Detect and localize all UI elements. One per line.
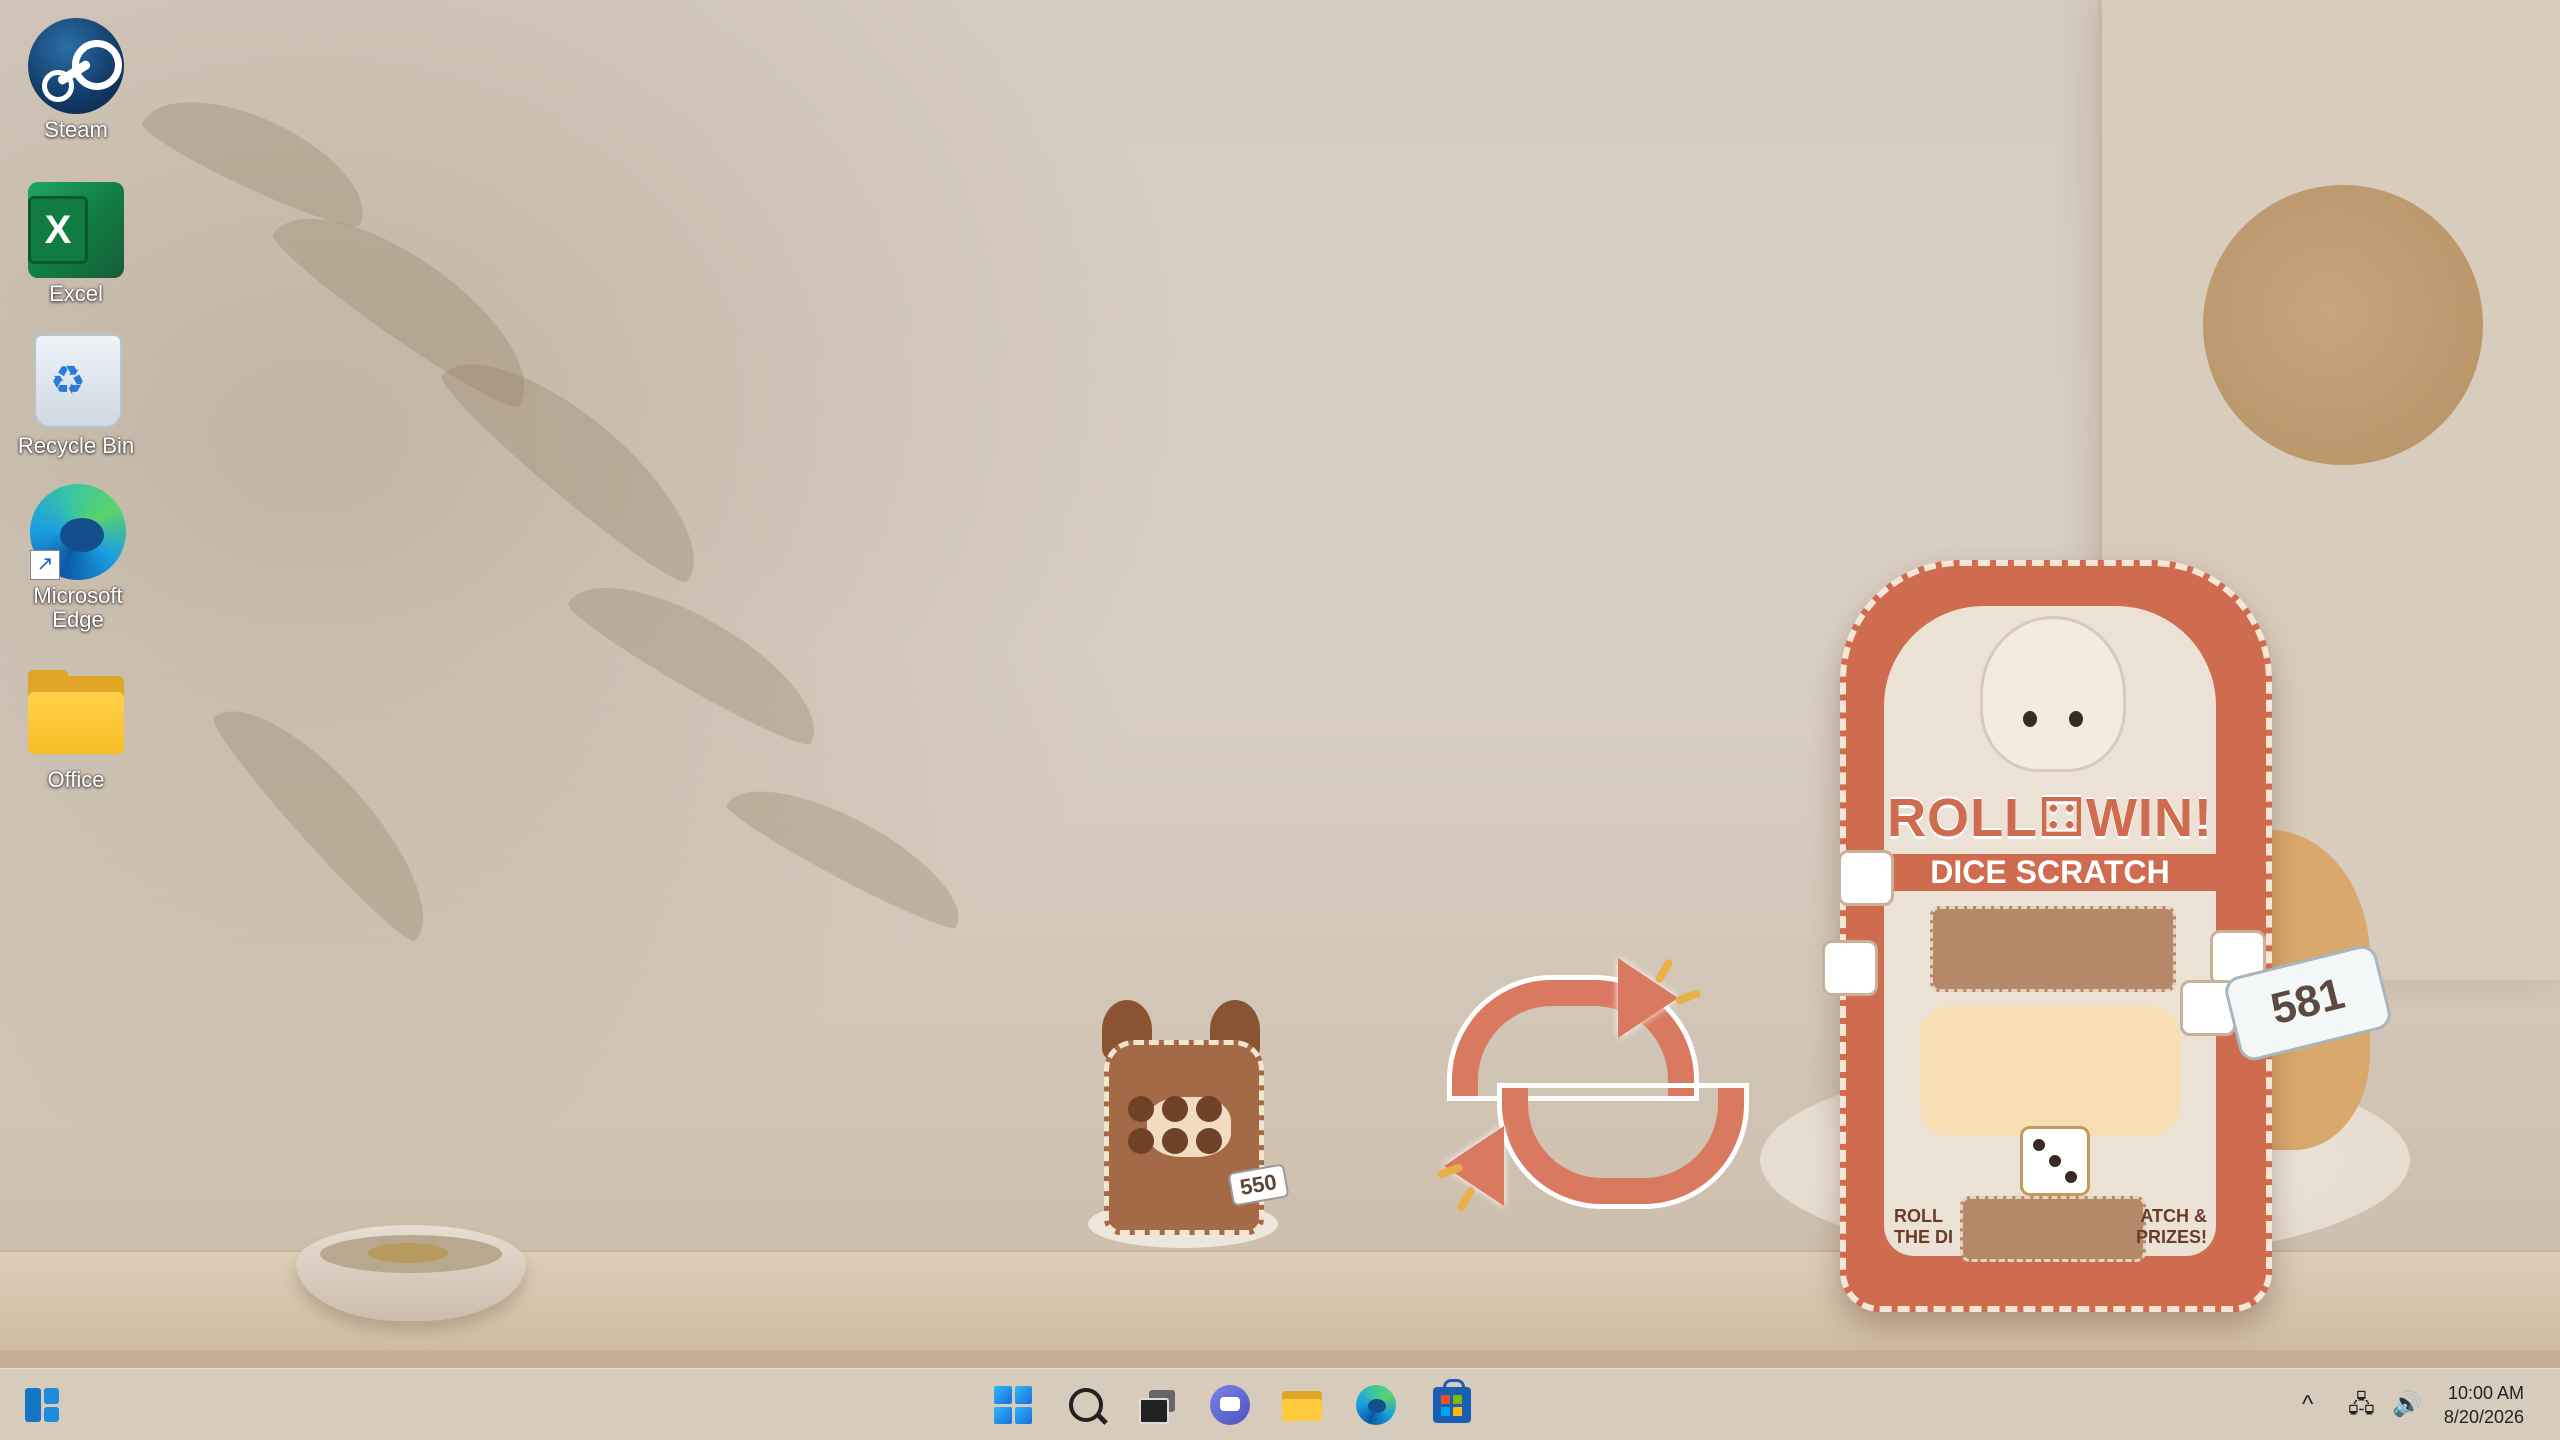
taskbar: ^ 🖧 🔊 10:00 AM 8/20/2026 — [0, 1368, 2560, 1440]
wallpaper-circle — [2203, 185, 2483, 465]
clock-time: 10:00 AM — [2447, 1383, 2524, 1403]
desktop-icon-label: Steam — [44, 117, 108, 142]
wallpaper-shelf-edge — [0, 1350, 2560, 1368]
edge-taskbar-button[interactable] — [1348, 1379, 1404, 1431]
windows-start-icon — [994, 1386, 1032, 1424]
task-view-icon — [1139, 1390, 1177, 1424]
folder-icon — [28, 668, 124, 764]
recycle-bin-icon: ♻ — [28, 334, 124, 430]
clock[interactable]: 10:00 AM 8/20/2026 — [2444, 1381, 2524, 1429]
scratch-holes — [1128, 1096, 1228, 1154]
desktop[interactable]: Steam X Excel ♻ Recycle Bin ↗ Microsoft … — [0, 0, 2560, 1440]
desktop-icon-office[interactable]: Office — [6, 668, 146, 792]
scratch-panel[interactable] — [1930, 906, 2176, 992]
shortcut-arrow-icon: ↗ — [30, 550, 60, 580]
dice-scratch-widget[interactable]: ROLL⚃WIN! DICE SCRATCH ROLL THE DI ATCH … — [1760, 560, 2410, 1320]
desktop-icon-label: Office — [47, 767, 105, 792]
scratch-area[interactable] — [1920, 1006, 2180, 1136]
excel-icon: X — [28, 182, 124, 278]
desktop-icon-recycle-bin[interactable]: ♻ Recycle Bin — [6, 334, 146, 458]
volume-icon[interactable]: 🔊 — [2392, 1391, 2422, 1419]
scratch-panel[interactable] — [1960, 1196, 2146, 1262]
search-button[interactable] — [1058, 1379, 1114, 1431]
refresh-icon[interactable] — [1432, 940, 1744, 1220]
desktop-icon-steam[interactable]: Steam — [6, 18, 146, 142]
file-explorer-icon — [1282, 1389, 1322, 1421]
desktop-icon-excel[interactable]: X Excel — [6, 182, 146, 306]
chat-icon — [1210, 1385, 1250, 1425]
dice-icon — [1822, 940, 1878, 996]
start-button[interactable] — [985, 1379, 1041, 1431]
card-title: ROLL⚃WIN! — [1887, 788, 2213, 848]
dice-icon — [1838, 850, 1894, 906]
deer-scratch-widget[interactable]: 550 — [1082, 1000, 1292, 1250]
squid-mascot — [1980, 616, 2126, 772]
store-icon — [1433, 1379, 1471, 1423]
dice-scratch-card: ROLL⚃WIN! DICE SCRATCH ROLL THE DI ATCH … — [1840, 560, 2272, 1312]
steam-icon — [28, 18, 124, 114]
desktop-icon-edge[interactable]: ↗ Microsoft Edge — [8, 484, 148, 632]
wallpaper-shadow — [0, 0, 1220, 1160]
card-subtitle: DICE SCRATCH — [1884, 854, 2216, 891]
task-view-button[interactable] — [1130, 1379, 1186, 1431]
search-icon — [1069, 1388, 1103, 1422]
card-footer-right: ATCH & PRIZES! — [2136, 1206, 2208, 1247]
desktop-icon-label: Excel — [49, 281, 103, 306]
chat-button[interactable] — [1202, 1379, 1258, 1431]
file-explorer-button[interactable] — [1274, 1379, 1330, 1431]
edge-icon — [1356, 1385, 1396, 1425]
widgets-button[interactable] — [14, 1379, 70, 1431]
dice-icon — [2020, 1126, 2090, 1196]
desktop-icon-label: Microsoft Edge — [33, 583, 123, 632]
network-icon[interactable]: 🖧 — [2348, 1391, 2375, 1419]
widgets-icon — [25, 1388, 59, 1422]
clock-date: 8/20/2026 — [2443, 1407, 2524, 1427]
edge-icon: ↗ — [30, 484, 126, 580]
show-hidden-icons-chevron-icon[interactable]: ^ — [2302, 1391, 2313, 1419]
card-footer-left: ROLL THE DI — [1894, 1206, 1954, 1247]
desktop-icon-label: Recycle Bin — [17, 433, 135, 458]
store-button[interactable] — [1424, 1379, 1480, 1431]
